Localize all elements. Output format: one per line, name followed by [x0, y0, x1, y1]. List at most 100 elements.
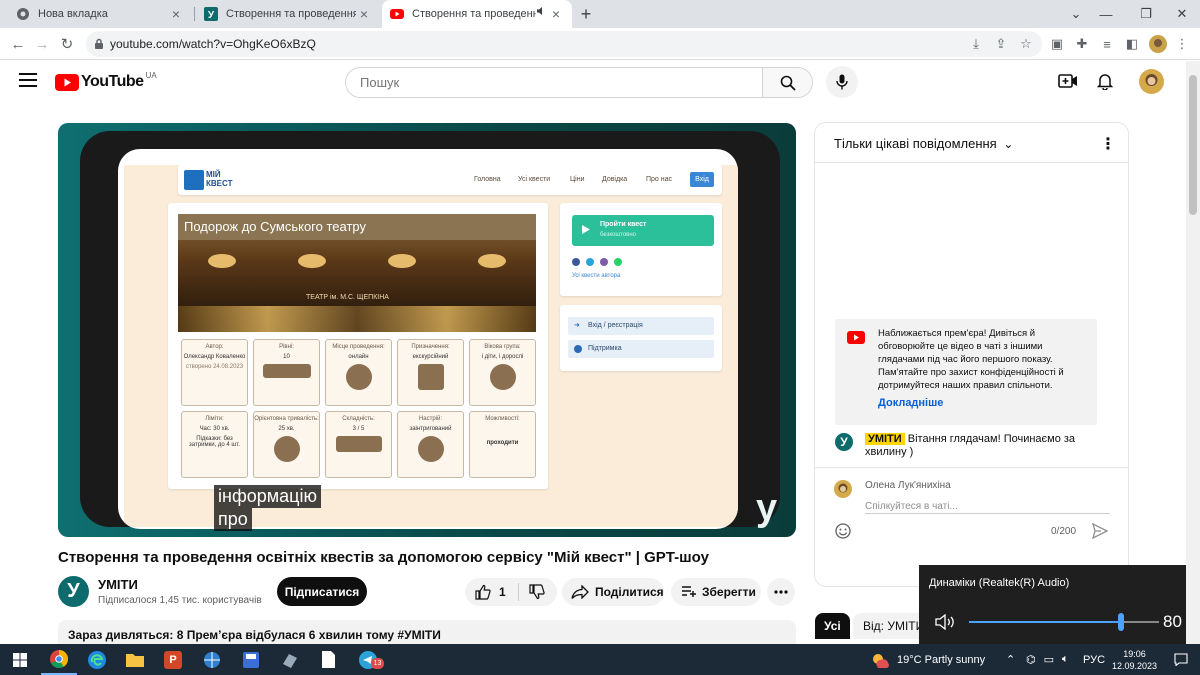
scrollbar-thumb[interactable] — [1189, 75, 1197, 215]
volume-value: 80 — [1163, 612, 1182, 631]
site-nav-item: Головна — [474, 176, 501, 183]
more-menu-icon[interactable]: ⋮ — [1172, 34, 1192, 54]
speaker-icon[interactable] — [935, 614, 957, 630]
browser-toolbar: ← → ↻ youtube.com/watch?v=OhgKeO6xBzQ ⤓ … — [0, 28, 1200, 60]
download-icon[interactable]: ⤓ — [966, 34, 986, 54]
weather-widget[interactable]: 19°C Partly sunny — [871, 644, 985, 675]
search-input[interactable] — [346, 68, 764, 97]
volume-slider-thumb[interactable] — [1118, 613, 1124, 631]
extension-icon[interactable]: ▣ — [1047, 34, 1067, 54]
forward-button[interactable]: → — [30, 32, 54, 56]
battery-icon[interactable]: ▭ — [1044, 653, 1054, 666]
telegram-unread-badge: 13 — [371, 658, 384, 669]
volume-slider-track[interactable] — [969, 613, 1159, 631]
subscribe-button[interactable]: Підписатися — [277, 577, 367, 606]
more-actions-button[interactable] — [767, 578, 795, 606]
playlist-add-icon — [682, 586, 696, 597]
volume-slider-fill — [969, 621, 1121, 623]
address-bar[interactable]: youtube.com/watch?v=OhgKeO6xBzQ — [86, 31, 1042, 57]
close-icon[interactable]: × — [356, 6, 372, 22]
paint-icon — [283, 653, 297, 668]
bookmark-star-icon[interactable]: ☆ — [1016, 34, 1036, 54]
chip-all[interactable]: Усі — [815, 613, 850, 639]
account-avatar[interactable] — [1139, 69, 1164, 94]
channel-avatar[interactable]: У — [58, 576, 89, 607]
language-indicator[interactable]: РУС — [1083, 644, 1105, 675]
learn-more-link[interactable]: Докладніше — [878, 397, 943, 409]
notification-center-icon[interactable] — [1174, 644, 1188, 675]
side-panel-icon[interactable]: ◧ — [1122, 34, 1142, 54]
chat-message-input[interactable]: Спілкуйтеся в чаті... — [865, 496, 1110, 514]
puzzle-icon[interactable]: ✚ — [1072, 34, 1092, 54]
stat-value: Олександр Коваленко — [183, 354, 246, 360]
taskbar-telegram[interactable]: 13 — [350, 644, 386, 675]
close-icon[interactable]: × — [168, 6, 184, 22]
chat-more-icon[interactable]: ⋮ — [1100, 134, 1116, 154]
powerpoint-icon: P — [164, 650, 182, 669]
taskbar-edge[interactable] — [79, 644, 115, 675]
stat-value: 10 — [283, 354, 290, 360]
volume-tray-icon[interactable]: 🔈︎ — [1062, 653, 1069, 666]
video-player[interactable]: МІЙ КВЕСТ Головна Усі квести Ціни Довідк… — [58, 123, 796, 537]
emoji-icon[interactable] — [835, 523, 851, 539]
description-box[interactable]: Зараз дивляться: 8 Прем’єра відбулася 6 … — [58, 620, 796, 644]
taskbar-powerpoint[interactable]: P — [155, 644, 191, 675]
minimize-button[interactable]: — — [1087, 0, 1125, 28]
new-tab-button[interactable]: + — [576, 4, 596, 24]
tab-new-tab[interactable]: Нова вкладка × — [8, 0, 192, 28]
login-register-row: ➜ Вхід / реєстрація — [568, 317, 714, 335]
youtube-logo[interactable]: YouTube UA — [55, 71, 157, 91]
share-icon[interactable]: ⇪ — [991, 34, 1011, 54]
tablet-screen: МІЙ КВЕСТ Головна Усі квести Ціни Довідк… — [118, 149, 738, 529]
hamburger-menu-icon[interactable] — [19, 73, 37, 87]
support-label: Підтримка — [588, 345, 622, 352]
taskbar-app-paint[interactable] — [272, 644, 308, 675]
windows-logo-icon — [13, 652, 27, 667]
tab-umity[interactable]: У Створення та проведення освіт × — [196, 0, 380, 28]
send-icon[interactable] — [1092, 523, 1108, 539]
save-button[interactable]: Зберегти — [671, 578, 761, 606]
theatre-sign: ТЕАТР ім. М.С. ЩЕПКІНА — [306, 294, 389, 301]
close-window-button[interactable]: ✕ — [1163, 0, 1200, 28]
clock[interactable]: 19:06 12.09.2023 — [1112, 644, 1157, 675]
help-icon — [574, 345, 582, 353]
like-button[interactable] — [475, 584, 491, 600]
taskbar-app-save[interactable] — [233, 644, 269, 675]
channel-name[interactable]: УМІТИ — [98, 577, 138, 592]
tab-youtube[interactable]: Створення та проведення с × — [382, 0, 572, 28]
quest-website: МІЙ КВЕСТ Головна Усі квести Ціни Довідк… — [124, 165, 738, 527]
page-scrollbar[interactable] — [1186, 61, 1200, 644]
taskbar-chrome[interactable] — [41, 644, 77, 675]
windows-taskbar: P 13 19°C Partly sunny ⌃ ⌬ ▭ 🔈︎ РУС 19:0… — [0, 644, 1200, 675]
close-icon[interactable]: × — [548, 6, 564, 22]
speaker-icon[interactable] — [536, 6, 548, 22]
browser-tab-strip: Нова вкладка × У Створення та проведення… — [0, 0, 1200, 28]
search-button[interactable] — [762, 68, 812, 97]
stat-label: Ліміти: — [205, 416, 224, 422]
tablet-frame: МІЙ КВЕСТ Головна Усі квести Ціни Довідк… — [80, 131, 780, 529]
back-button[interactable]: ← — [6, 32, 30, 56]
dislike-button[interactable] — [529, 584, 545, 600]
audio-device-label[interactable]: Динаміки (Realtek(R) Audio) — [929, 577, 1069, 589]
restore-button[interactable]: ❐ — [1127, 0, 1165, 28]
create-video-icon[interactable] — [1058, 73, 1078, 89]
share-button[interactable]: Поділитися — [562, 578, 664, 606]
start-button[interactable] — [2, 644, 38, 675]
chat-mode-selector[interactable]: Тільки цікаві повідомлення ⌄ — [834, 136, 1013, 151]
reload-button[interactable]: ↻ — [55, 32, 79, 56]
lock-icon[interactable] — [94, 38, 104, 50]
reading-list-icon[interactable]: ≡ — [1097, 34, 1117, 54]
stat-label: Автор: — [205, 344, 224, 350]
facebook-icon — [572, 258, 580, 266]
network-icon[interactable]: ⌬ — [1026, 653, 1036, 666]
youtube-icon — [847, 331, 865, 344]
tray-overflow-icon[interactable]: ⌃ — [1006, 644, 1015, 675]
taskbar-app-globe[interactable] — [194, 644, 230, 675]
notifications-bell-icon[interactable] — [1097, 72, 1113, 90]
voice-search-button[interactable] — [826, 66, 858, 98]
profile-avatar[interactable] — [1148, 34, 1168, 54]
taskbar-file-explorer[interactable] — [117, 644, 153, 675]
umity-favicon-icon: У — [204, 7, 218, 21]
taskbar-app-document[interactable] — [310, 644, 346, 675]
stat-value: проходити — [486, 440, 519, 446]
